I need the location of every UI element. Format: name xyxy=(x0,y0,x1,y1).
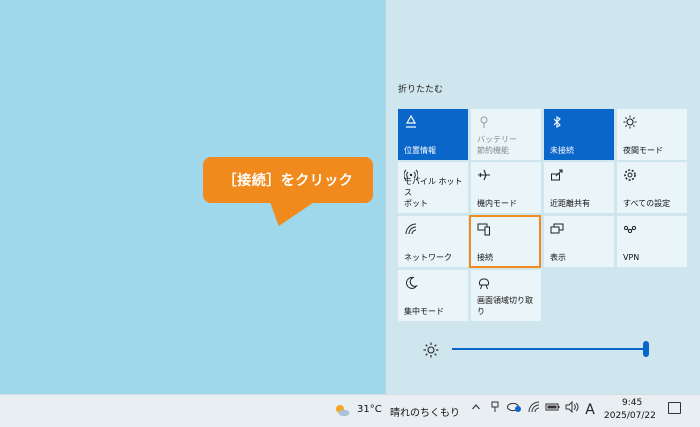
tile-label: すべての設定 xyxy=(623,199,671,208)
tile-label: 集中モード xyxy=(404,307,444,316)
tile-nearby-share[interactable]: 近距離共有 xyxy=(544,162,614,213)
network-icon xyxy=(404,222,418,236)
tile-label: モバイル ホットス ポット xyxy=(404,177,463,208)
tile-label: バッテリー 節約機能 xyxy=(477,135,517,155)
tile-label: ネットワーク xyxy=(404,253,452,262)
chevron-up-icon[interactable] xyxy=(470,401,482,419)
tile-battery-saver[interactable]: バッテリー 節約機能 xyxy=(471,109,541,160)
clock-date[interactable]: 2025/07/22 xyxy=(604,411,656,421)
weather-sun-cloud-icon[interactable] xyxy=(334,402,350,417)
callout-text: ［接続］をクリック xyxy=(222,173,354,189)
wifi-icon[interactable] xyxy=(527,401,541,419)
tile-bluetooth[interactable]: 未接続 xyxy=(544,109,614,160)
snip-icon xyxy=(477,276,491,290)
weather-description[interactable]: 晴れのちくもり xyxy=(390,404,460,419)
gear-icon xyxy=(623,168,637,182)
connect-highlight xyxy=(469,215,541,268)
speaker-icon[interactable] xyxy=(565,400,579,419)
nearby-share-icon xyxy=(550,168,564,182)
battery-icon[interactable] xyxy=(545,401,561,419)
notification-icon[interactable] xyxy=(668,402,681,414)
brightness-slider-track[interactable] xyxy=(452,348,648,350)
tile-location[interactable]: 位置情報 xyxy=(398,109,468,160)
tile-network[interactable]: ネットワーク xyxy=(398,216,468,267)
bluetooth-icon xyxy=(550,115,564,129)
vpn-icon xyxy=(623,222,637,236)
tile-focus[interactable]: 集中モード xyxy=(398,270,468,321)
tile-label: VPN xyxy=(623,253,640,262)
airplane-icon xyxy=(477,168,491,182)
battery-saver-icon xyxy=(477,115,491,129)
callout-bubble: ［接続］をクリック xyxy=(203,157,373,203)
clock-time[interactable]: 9:45 xyxy=(622,398,642,408)
tile-vpn[interactable]: VPN xyxy=(617,216,687,267)
tile-mobile-hotspot[interactable]: モバイル ホットス ポット xyxy=(398,162,468,213)
callout-tail xyxy=(260,200,318,226)
tile-label: 位置情報 xyxy=(404,146,436,155)
brightness-icon xyxy=(423,342,439,358)
tile-label: 表示 xyxy=(550,253,566,262)
tile-night-light[interactable]: 夜間モード xyxy=(617,109,687,160)
project-icon xyxy=(550,222,564,236)
night-light-icon xyxy=(623,115,637,129)
cloud-sync-icon[interactable] xyxy=(506,401,522,419)
tile-label: 近距離共有 xyxy=(550,199,590,208)
tile-label: 未接続 xyxy=(550,146,574,155)
brightness-slider-thumb[interactable] xyxy=(643,341,649,357)
tile-airplane-mode[interactable]: 機内モード xyxy=(471,162,541,213)
tile-snip[interactable]: 画面領域切り取 り xyxy=(471,270,541,321)
tile-label: 画面領域切り取 り xyxy=(477,296,533,316)
location-icon xyxy=(404,114,418,129)
usb-device-icon[interactable] xyxy=(489,401,501,419)
focus-moon-icon xyxy=(404,276,418,290)
tile-label: 機内モード xyxy=(477,199,517,208)
tile-all-settings[interactable]: すべての設定 xyxy=(617,162,687,213)
tile-label: 夜間モード xyxy=(623,146,663,155)
ime-indicator[interactable]: A xyxy=(583,401,597,419)
collapse-link[interactable]: 折りたたむ xyxy=(398,82,443,95)
tile-project[interactable]: 表示 xyxy=(544,216,614,267)
weather-temperature[interactable]: 31°C xyxy=(357,404,382,415)
